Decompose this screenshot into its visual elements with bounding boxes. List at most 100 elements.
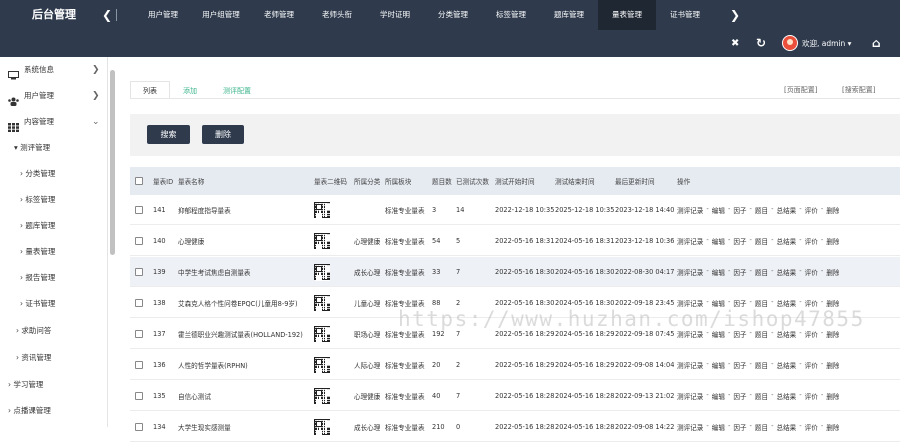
table-row[interactable]: 137 霍兰德职业兴趣测试量表(HOLLAND-192) 职场心理 标准专业量表 192…: [130, 319, 900, 349]
action-link[interactable]: 因子: [733, 205, 746, 215]
action-link[interactable]: 测评记录: [677, 236, 703, 246]
action-link[interactable]: 测评记录: [677, 360, 703, 370]
action-link[interactable]: 评价: [805, 391, 818, 401]
row-checkbox[interactable]: [135, 330, 143, 338]
action-link[interactable]: 测评记录: [677, 267, 703, 277]
sidebar-item[interactable]: › 学习管理: [0, 372, 106, 398]
sidebar-scrollbar[interactable]: [110, 70, 115, 255]
action-link[interactable]: 编辑: [712, 298, 725, 308]
close-icon[interactable]: ✖: [731, 30, 739, 57]
table-row[interactable]: 141 抑郁程度指导量表 标准专业量表 3 14 2022-12-18 10:35 2025…: [130, 195, 900, 225]
action-link[interactable]: 因子: [733, 267, 746, 277]
action-link[interactable]: 编辑: [712, 267, 725, 277]
action-link[interactable]: 评价: [805, 298, 818, 308]
row-checkbox[interactable]: [135, 206, 143, 214]
nav-tab[interactable]: 标签管理: [482, 0, 540, 30]
sidebar-item[interactable]: › 点播课管理: [0, 398, 106, 424]
sidebar-item[interactable]: 用户管理 ❯: [0, 83, 106, 109]
action-link[interactable]: 题目: [755, 360, 768, 370]
action-link[interactable]: 题目: [755, 267, 768, 277]
row-checkbox[interactable]: [135, 423, 143, 431]
nav-next-button[interactable]: ❯: [728, 0, 742, 30]
action-link[interactable]: 总结果: [777, 298, 797, 308]
sidebar-item[interactable]: › 求助问答: [0, 318, 106, 344]
avatar[interactable]: [782, 35, 798, 51]
action-link[interactable]: 因子: [733, 391, 746, 401]
tab-1[interactable]: 添加: [170, 81, 210, 99]
action-link[interactable]: 题目: [755, 298, 768, 308]
action-link[interactable]: 删除: [826, 329, 839, 339]
action-link[interactable]: 编辑: [712, 205, 725, 215]
refresh-icon[interactable]: ↻: [756, 30, 766, 57]
page-config-link[interactable]: [页面配置]: [784, 85, 817, 95]
action-link[interactable]: 评价: [805, 236, 818, 246]
sidebar-item[interactable]: › 题库管理: [0, 213, 106, 239]
action-link[interactable]: 总结果: [777, 391, 797, 401]
nav-tab[interactable]: 老师头衔: [308, 0, 366, 30]
action-link[interactable]: 编辑: [712, 329, 725, 339]
row-checkbox[interactable]: [135, 299, 143, 307]
action-link[interactable]: 编辑: [712, 360, 725, 370]
table-row[interactable]: 138 艾森克人格个性问卷EPQC(儿童用8-9岁) 儿童心理 标准专业量表 88 2 20…: [130, 288, 900, 318]
nav-prev-button[interactable]: ❮: [100, 0, 114, 30]
nav-tab[interactable]: 用户组管理: [192, 0, 250, 30]
action-link[interactable]: 测评记录: [677, 298, 703, 308]
action-link[interactable]: 测评记录: [677, 329, 703, 339]
action-link[interactable]: 总结果: [777, 329, 797, 339]
tab-2[interactable]: 测评配置: [210, 81, 264, 99]
sidebar-item[interactable]: › 报告管理: [0, 265, 106, 291]
action-link[interactable]: 测评记录: [677, 205, 703, 215]
sidebar-item[interactable]: › 分类管理: [0, 161, 106, 187]
sidebar-item[interactable]: › 证书管理: [0, 291, 106, 317]
action-link[interactable]: 因子: [733, 360, 746, 370]
sidebar-item[interactable]: 系统信息 ❯: [0, 57, 106, 83]
table-row[interactable]: 140 心理健康 心理健康 标准专业量表 54 5 2022-05-16 18:31 2024…: [130, 226, 900, 256]
action-link[interactable]: 题目: [755, 329, 768, 339]
sidebar-item[interactable]: 内容管理 ⌄: [0, 109, 106, 135]
sidebar-item[interactable]: › 量表管理: [0, 239, 106, 265]
action-link[interactable]: 评价: [805, 329, 818, 339]
action-link[interactable]: 题目: [755, 236, 768, 246]
user-menu[interactable]: 欢迎, admin ▾: [802, 30, 851, 57]
search-button[interactable]: 搜索: [147, 125, 190, 144]
action-link[interactable]: 删除: [826, 360, 839, 370]
action-link[interactable]: 编辑: [712, 236, 725, 246]
table-row[interactable]: 136 人性的哲学量表(RPHN) 人际心理 标准专业量表 20 2 2022-05-16 …: [130, 350, 900, 380]
home-icon[interactable]: ⌂: [872, 30, 881, 57]
nav-tab[interactable]: 题库管理: [540, 0, 598, 30]
action-link[interactable]: 因子: [733, 329, 746, 339]
action-link[interactable]: 题目: [755, 391, 768, 401]
table-row[interactable]: 134 大学生现实感测量 成长心理 标准专业量表 210 0 2022-05-16 18:2…: [130, 412, 900, 442]
action-link[interactable]: 总结果: [777, 267, 797, 277]
search-config-link[interactable]: [搜索配置]: [842, 85, 875, 95]
action-link[interactable]: 删除: [826, 236, 839, 246]
row-checkbox[interactable]: [135, 361, 143, 369]
nav-tab[interactable]: 用户管理: [134, 0, 192, 30]
nav-tab[interactable]: 证书管理: [656, 0, 714, 30]
action-link[interactable]: 总结果: [777, 360, 797, 370]
delete-button[interactable]: 删除: [202, 125, 244, 144]
row-checkbox[interactable]: [135, 237, 143, 245]
action-link[interactable]: 删除: [826, 205, 839, 215]
action-link[interactable]: 评价: [805, 205, 818, 215]
nav-tab[interactable]: 老师管理: [250, 0, 308, 30]
action-link[interactable]: 测评记录: [677, 391, 703, 401]
table-row[interactable]: 135 自信心测试 心理健康 标准专业量表 40 7 2022-05-16 18:28 202…: [130, 381, 900, 411]
select-all-checkbox[interactable]: [135, 177, 143, 185]
action-link[interactable]: 总结果: [777, 236, 797, 246]
action-link[interactable]: 题目: [755, 205, 768, 215]
nav-tab[interactable]: 学时证明: [366, 0, 424, 30]
action-link[interactable]: 评价: [805, 267, 818, 277]
nav-tab[interactable]: 量表管理: [598, 0, 656, 30]
sidebar-item[interactable]: › 资讯管理: [0, 345, 106, 371]
sidebar-item[interactable]: ▾ 测评管理: [0, 135, 106, 161]
table-row[interactable]: 139 中学生考试焦虑自测量表 成长心理 标准专业量表 33 7 2022-05-16 18…: [130, 257, 900, 287]
action-link[interactable]: 因子: [733, 236, 746, 246]
row-checkbox[interactable]: [135, 392, 143, 400]
action-link[interactable]: 删除: [826, 391, 839, 401]
action-link[interactable]: 因子: [733, 298, 746, 308]
sidebar-item[interactable]: › 标签管理: [0, 187, 106, 213]
action-link[interactable]: 删除: [826, 267, 839, 277]
row-checkbox[interactable]: [135, 268, 143, 276]
tab-0[interactable]: 列表: [130, 81, 170, 99]
